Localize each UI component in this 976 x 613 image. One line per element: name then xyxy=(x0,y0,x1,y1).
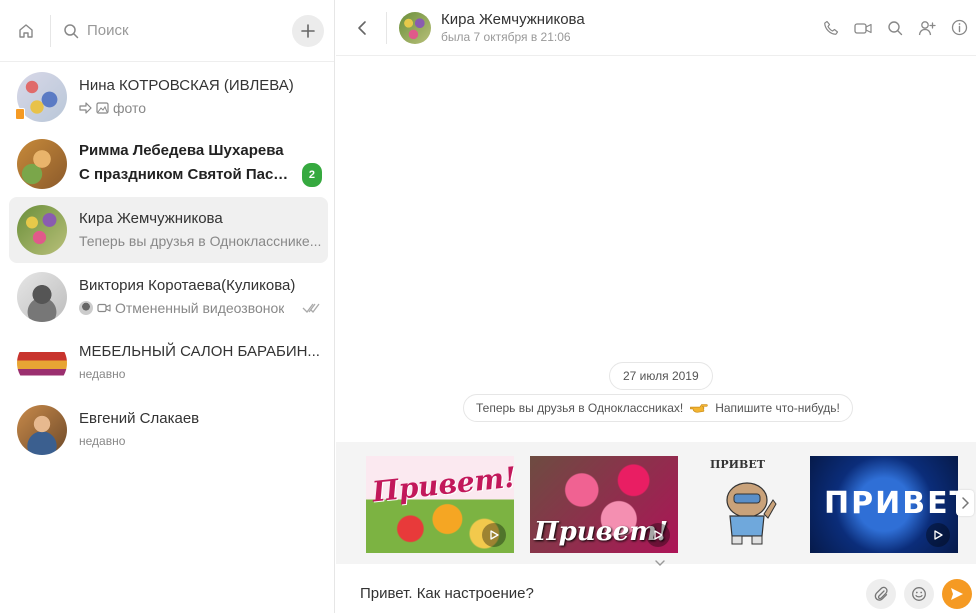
forward-icon xyxy=(79,102,92,114)
chat-name: Кира Жемчужникова xyxy=(79,210,223,227)
play-icon xyxy=(926,523,950,547)
message-area: 27 июля 2019 Теперь вы друзья в Одноклас… xyxy=(336,56,976,442)
avatar xyxy=(17,205,67,255)
search-icon[interactable] xyxy=(886,19,904,37)
search-icon xyxy=(64,23,79,38)
attach-button[interactable] xyxy=(866,578,896,609)
chevron-left-icon xyxy=(358,20,366,35)
sender-avatar xyxy=(79,300,93,315)
chat-last-seen: недавно xyxy=(79,367,126,381)
pointing-hand-icon xyxy=(690,404,708,413)
send-button[interactable] xyxy=(942,578,972,609)
photo-icon xyxy=(96,102,109,114)
chat-last-message: Теперь вы друзья в Однокласснике... xyxy=(79,233,322,249)
system-message-text: Теперь вы друзья в Одноклассниках! xyxy=(476,401,684,415)
chat-item[interactable]: Римма Лебедева Шухарева С праздником Свя… xyxy=(9,131,328,197)
chat-name: Нина КОТРОВСКАЯ (ИВЛЕВА) xyxy=(79,77,294,94)
search-placeholder: Поиск xyxy=(87,22,129,39)
sticker-suggestions: Привет! Привет! ПРИВЕТ ПРИВЕТ xyxy=(336,442,976,566)
divider xyxy=(50,14,51,47)
contact-avatar[interactable] xyxy=(399,11,431,44)
chat-item[interactable]: Виктория Коротаева(Куликова) Отмененный … xyxy=(9,264,328,330)
conversation-panel: Кира Жемчужникова была 7 октября в 21:06… xyxy=(336,0,976,613)
avatar xyxy=(17,271,67,322)
phone-icon[interactable] xyxy=(822,19,840,37)
system-message-cta: Напишите что-нибудь! xyxy=(715,401,840,415)
play-icon xyxy=(482,523,506,547)
chat-item[interactable]: МЕБЕЛЬНЫЙ САЛОН БАРАБИН... недавно xyxy=(9,330,328,396)
info-icon[interactable] xyxy=(950,19,968,37)
add-user-icon[interactable] xyxy=(918,19,936,37)
new-chat-button[interactable] xyxy=(292,14,324,47)
chat-name: МЕБЕЛЬНЫЙ САЛОН БАРАБИН... xyxy=(79,343,320,360)
avatar xyxy=(17,404,67,455)
play-icon xyxy=(646,523,670,547)
chat-list: Нина КОТРОВСКАЯ (ИВЛЕВА) фото Римма Лебе… xyxy=(0,62,334,463)
video-call-icon[interactable] xyxy=(854,19,872,37)
chat-last-message: фото xyxy=(113,100,147,116)
chat-name: Римма Лебедева Шухарева xyxy=(79,141,284,159)
chat-item[interactable]: Нина КОТРОВСКАЯ (ИВЛЕВА) фото xyxy=(9,64,328,130)
collapse-stickers-button[interactable] xyxy=(648,560,672,570)
chat-list-panel: Поиск Нина КОТРОВСКАЯ (ИВЛЕВА) фото Римм… xyxy=(0,0,335,613)
back-button[interactable] xyxy=(354,18,370,38)
avatar xyxy=(17,138,67,189)
avatar xyxy=(17,338,67,388)
plus-icon xyxy=(301,23,315,38)
avatar xyxy=(15,72,67,122)
chat-name: Евгений Слакаев xyxy=(79,409,200,427)
hamster-sticker-image xyxy=(726,482,777,545)
chat-last-seen: недавно xyxy=(79,433,126,448)
chevron-right-icon xyxy=(962,497,969,509)
chat-last-message: Отмененный видеозвонок xyxy=(115,299,285,316)
divider xyxy=(386,11,387,44)
system-message: Теперь вы друзья в Одноклассниках! Напиш… xyxy=(463,394,853,422)
emoji-button[interactable] xyxy=(904,578,934,609)
contact-last-seen: была 7 октября в 21:06 xyxy=(441,29,571,44)
double-check-icon xyxy=(302,303,320,313)
video-camera-icon xyxy=(97,303,111,312)
home-icon[interactable] xyxy=(16,21,36,41)
chat-item[interactable]: Евгений Слакаев недавно xyxy=(9,397,328,463)
sticker[interactable]: ПРИВЕТ xyxy=(810,456,958,553)
sticker-caption: ПРИВЕТ xyxy=(824,486,958,521)
unread-badge: 2 xyxy=(301,162,322,187)
chevron-down-icon xyxy=(655,560,665,566)
chat-last-message: С праздником Святой Пасхи... xyxy=(79,165,292,183)
sticker-caption: Привет! xyxy=(370,460,514,509)
ok-badge-icon xyxy=(15,108,25,120)
stickers-next-button[interactable] xyxy=(956,490,974,516)
sticker[interactable]: ПРИВЕТ xyxy=(688,456,818,553)
message-composer xyxy=(336,574,976,613)
search-box[interactable]: Поиск xyxy=(63,22,292,39)
contact-name[interactable]: Кира Жемчужникова xyxy=(441,11,585,29)
sticker[interactable]: Привет! xyxy=(530,456,678,553)
chat-name: Виктория Коротаева(Куликова) xyxy=(79,276,296,294)
date-separator: 27 июля 2019 xyxy=(609,362,713,390)
message-input[interactable] xyxy=(360,585,858,602)
smiley-icon xyxy=(912,586,926,601)
left-header: Поиск xyxy=(0,0,334,62)
conversation-header: Кира Жемчужникова была 7 октября в 21:06 xyxy=(336,0,976,56)
paperclip-icon xyxy=(874,586,888,601)
send-icon xyxy=(951,587,963,600)
chat-item-active[interactable]: Кира Жемчужникова Теперь вы друзья в Одн… xyxy=(9,197,328,263)
sticker[interactable]: Привет! xyxy=(366,456,514,553)
